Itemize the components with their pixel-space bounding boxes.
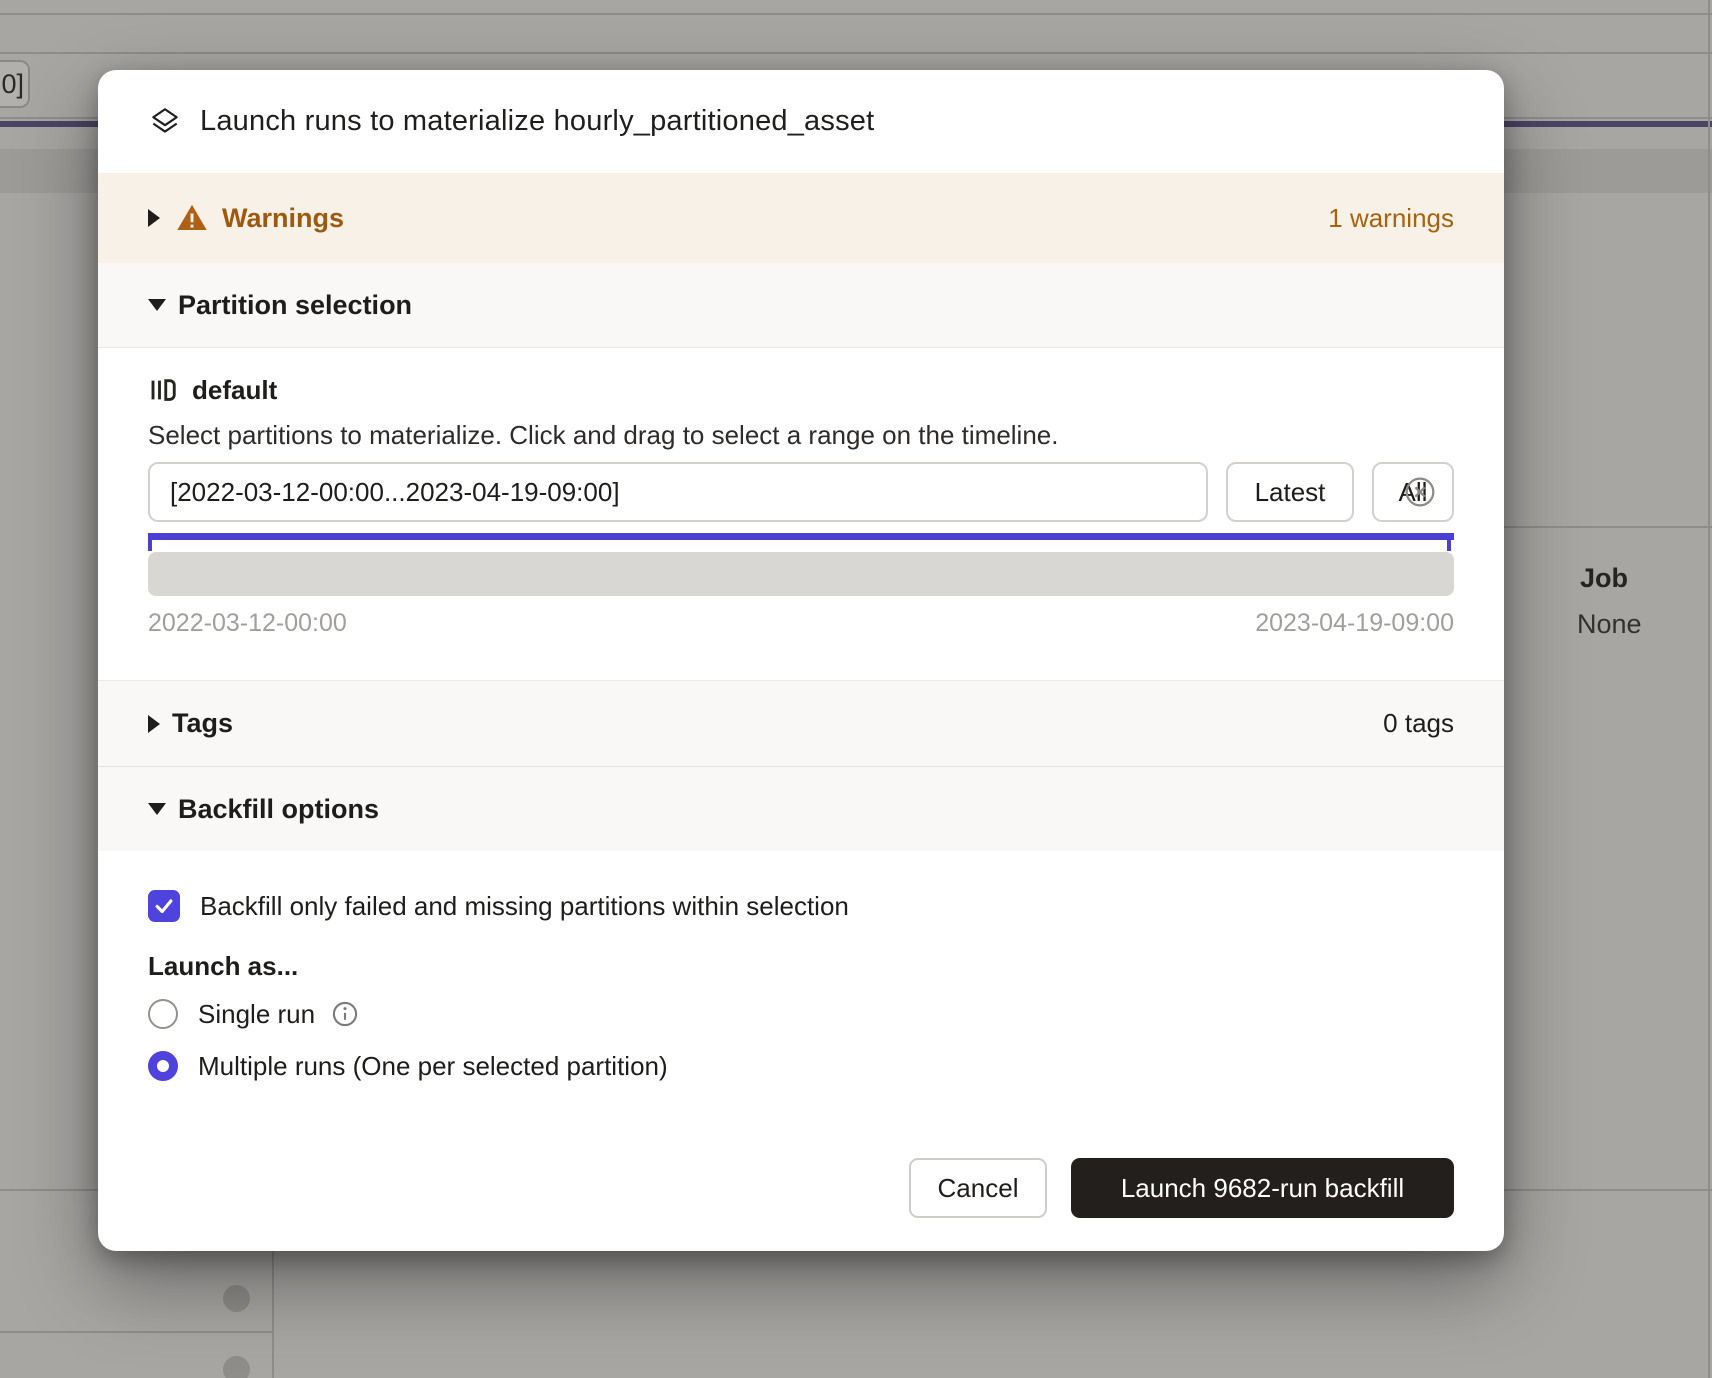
bg-partial-input: 0] [0, 60, 30, 108]
dialog-header: Launch runs to materialize hourly_partit… [98, 70, 1504, 173]
clear-selection-icon[interactable] [1404, 476, 1436, 508]
warnings-count: 1 warnings [1328, 203, 1454, 234]
selected-range-bar [148, 533, 1454, 540]
launch-backfill-dialog: Launch runs to materialize hourly_partit… [98, 70, 1504, 1251]
partition-range-input[interactable] [148, 462, 1208, 522]
info-icon[interactable] [331, 1000, 359, 1028]
chevron-down-icon [148, 299, 166, 311]
dialog-title: Launch runs to materialize hourly_partit… [200, 105, 874, 138]
partition-dimension-name: default [192, 375, 277, 406]
launch-as-label: Launch as... [148, 951, 298, 982]
chevron-right-icon [148, 715, 160, 733]
bg-job-column-header: Job [1580, 563, 1628, 594]
multiple-runs-radio[interactable] [148, 1051, 178, 1081]
partition-description-row: Select partitions to materialize. Click … [98, 418, 1504, 452]
partition-range-row: Latest All [98, 462, 1504, 522]
warnings-label: Warnings [222, 203, 344, 234]
timeline-start-date: 2022-03-12-00:00 [148, 609, 347, 638]
bg-row-divider [0, 52, 1712, 54]
backfill-options-toggle[interactable]: Backfill options [98, 766, 1504, 851]
bg-partial-input-text: 0] [1, 69, 24, 100]
backfill-only-failed-label: Backfill only failed and missing partiti… [200, 891, 849, 922]
tags-section-toggle[interactable]: Tags 0 tags [98, 680, 1504, 766]
single-run-label: Single run [198, 999, 315, 1030]
chevron-down-icon [148, 803, 166, 815]
partition-selection-toggle[interactable]: Partition selection [98, 263, 1504, 348]
bg-row-divider [1503, 526, 1712, 528]
bg-column-divider [1708, 0, 1710, 1378]
single-run-option[interactable]: Single run [98, 999, 1504, 1029]
tags-count: 0 tags [1383, 708, 1454, 739]
timeline-date-labels: 2022-03-12-00:00 2023-04-19-09:00 [98, 608, 1504, 638]
backfill-only-failed-row: Backfill only failed and missing partiti… [98, 890, 1504, 922]
partition-dimension-row: default [98, 370, 1504, 410]
bg-status-dot [223, 1356, 250, 1378]
bg-row-divider [0, 13, 1712, 15]
backfill-only-failed-checkbox[interactable] [148, 890, 180, 922]
multiple-runs-option[interactable]: Multiple runs (One per selected partitio… [98, 1051, 1504, 1081]
partition-selection-header: Partition selection [178, 290, 412, 321]
partition-description: Select partitions to materialize. Click … [148, 420, 1058, 451]
chevron-right-icon [148, 209, 160, 227]
bg-status-dot [223, 1285, 250, 1312]
multiple-runs-label: Multiple runs (One per selected partitio… [198, 1051, 668, 1082]
backfill-options-header: Backfill options [178, 794, 379, 825]
range-end-tick [1447, 533, 1451, 551]
bg-row-divider [0, 1331, 274, 1333]
latest-button[interactable]: Latest [1226, 462, 1354, 522]
warning-triangle-icon [176, 202, 208, 234]
launch-backfill-button[interactable]: Launch 9682-run backfill [1071, 1158, 1454, 1218]
partition-icon [148, 375, 178, 405]
tags-header: Tags [172, 708, 233, 739]
partition-timeline[interactable] [148, 552, 1454, 596]
bg-column-divider [272, 1251, 274, 1378]
launch-as-row: Launch as... [98, 948, 1504, 984]
dialog-footer: Cancel Launch 9682-run backfill [98, 1158, 1504, 1218]
timeline-end-date: 2023-04-19-09:00 [1255, 609, 1454, 638]
bg-job-column-value: None [1577, 609, 1642, 640]
asset-layers-icon [148, 105, 182, 139]
warnings-section-toggle[interactable]: Warnings 1 warnings [98, 173, 1504, 263]
range-start-tick [148, 533, 152, 551]
cancel-button[interactable]: Cancel [909, 1158, 1047, 1218]
screen: 0] Job None Launch runs to materialize h… [0, 0, 1712, 1378]
single-run-radio[interactable] [148, 999, 178, 1029]
